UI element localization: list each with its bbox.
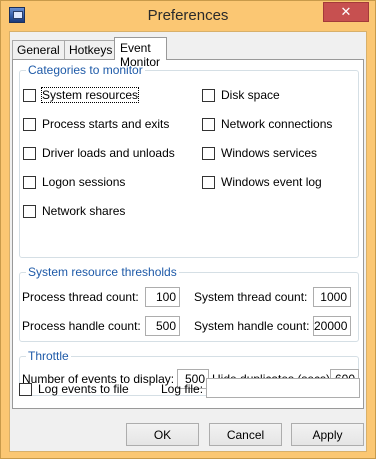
tab-event-monitor[interactable]: Event Monitor xyxy=(114,37,168,69)
checkbox-label: Log events to file xyxy=(38,382,129,396)
checkbox-disk-space[interactable]: Disk space xyxy=(202,87,280,103)
checkbox-label: Process starts and exits xyxy=(42,117,170,131)
checkbox-windows-event-log[interactable]: Windows event log xyxy=(202,174,322,190)
checkbox-box[interactable] xyxy=(202,88,215,102)
tab-hotkeys[interactable]: Hotkeys xyxy=(64,40,118,60)
checkbox-box[interactable] xyxy=(202,146,215,160)
checkbox-box[interactable] xyxy=(19,382,32,396)
checkbox-log-events[interactable]: Log events to file xyxy=(19,381,129,397)
ok-button[interactable]: OK xyxy=(126,423,199,446)
dialog-body: General Hotkeys Event Monitor Categories… xyxy=(9,31,367,452)
close-icon: ✕ xyxy=(340,4,352,19)
thresholds-legend: System resource thresholds xyxy=(26,265,179,279)
process-thread-count-input[interactable]: 100 xyxy=(145,287,180,307)
preferences-window: Preferences ✕ General Hotkeys Event Moni… xyxy=(0,0,376,459)
log-file-input[interactable] xyxy=(206,378,360,398)
checkbox-label: Network shares xyxy=(42,204,126,218)
checkbox-label: Logon sessions xyxy=(42,175,126,189)
system-handle-count-label: System handle count: xyxy=(194,319,310,333)
checkbox-box[interactable] xyxy=(202,117,215,131)
checkbox-box[interactable] xyxy=(23,146,36,160)
system-thread-count-input[interactable]: 1000 xyxy=(313,287,351,307)
checkbox-label: System resources xyxy=(40,87,140,103)
checkbox-box[interactable] xyxy=(23,204,36,218)
thresholds-group: System resource thresholds Process threa… xyxy=(19,265,359,342)
checkbox-box[interactable] xyxy=(23,117,36,131)
process-handle-count-label: Process handle count: xyxy=(22,319,141,333)
apply-button[interactable]: Apply xyxy=(291,423,364,446)
checkbox-label: Windows event log xyxy=(221,175,322,189)
checkbox-windows-services[interactable]: Windows services xyxy=(202,145,317,161)
checkbox-box[interactable] xyxy=(202,175,215,189)
window-title: Preferences xyxy=(147,7,229,24)
checkbox-network-connections[interactable]: Network connections xyxy=(202,116,332,132)
checkbox-box[interactable] xyxy=(23,88,36,102)
categories-group: Categories to monitor System resources D… xyxy=(19,63,359,258)
checkbox-network-shares[interactable]: Network shares xyxy=(23,203,125,219)
checkbox-label: Windows services xyxy=(221,146,318,160)
checkbox-label: Network connections xyxy=(221,117,333,131)
checkbox-driver-loads[interactable]: Driver loads and unloads xyxy=(23,145,175,161)
checkbox-process-starts[interactable]: Process starts and exits xyxy=(23,116,169,132)
process-thread-count-label: Process thread count: xyxy=(22,290,139,304)
system-handle-count-input[interactable]: 20000 xyxy=(313,316,351,336)
throttle-legend: Throttle xyxy=(26,349,71,363)
log-file-label: Log file: xyxy=(161,382,204,396)
checkbox-box[interactable] xyxy=(23,175,36,189)
checkbox-logon-sessions[interactable]: Logon sessions xyxy=(23,174,125,190)
close-button[interactable]: ✕ xyxy=(323,2,369,22)
system-thread-count-label: System thread count: xyxy=(194,290,308,304)
checkbox-system-resources[interactable]: System resources xyxy=(23,87,140,103)
checkbox-label: Disk space xyxy=(221,88,280,102)
event-monitor-panel: Categories to monitor System resources D… xyxy=(12,59,364,409)
checkbox-label: Driver loads and unloads xyxy=(42,146,175,160)
tab-general[interactable]: General xyxy=(12,40,65,60)
title-bar[interactable]: Preferences ✕ xyxy=(1,1,375,31)
cancel-button[interactable]: Cancel xyxy=(209,423,282,446)
process-handle-count-input[interactable]: 500 xyxy=(145,316,180,336)
